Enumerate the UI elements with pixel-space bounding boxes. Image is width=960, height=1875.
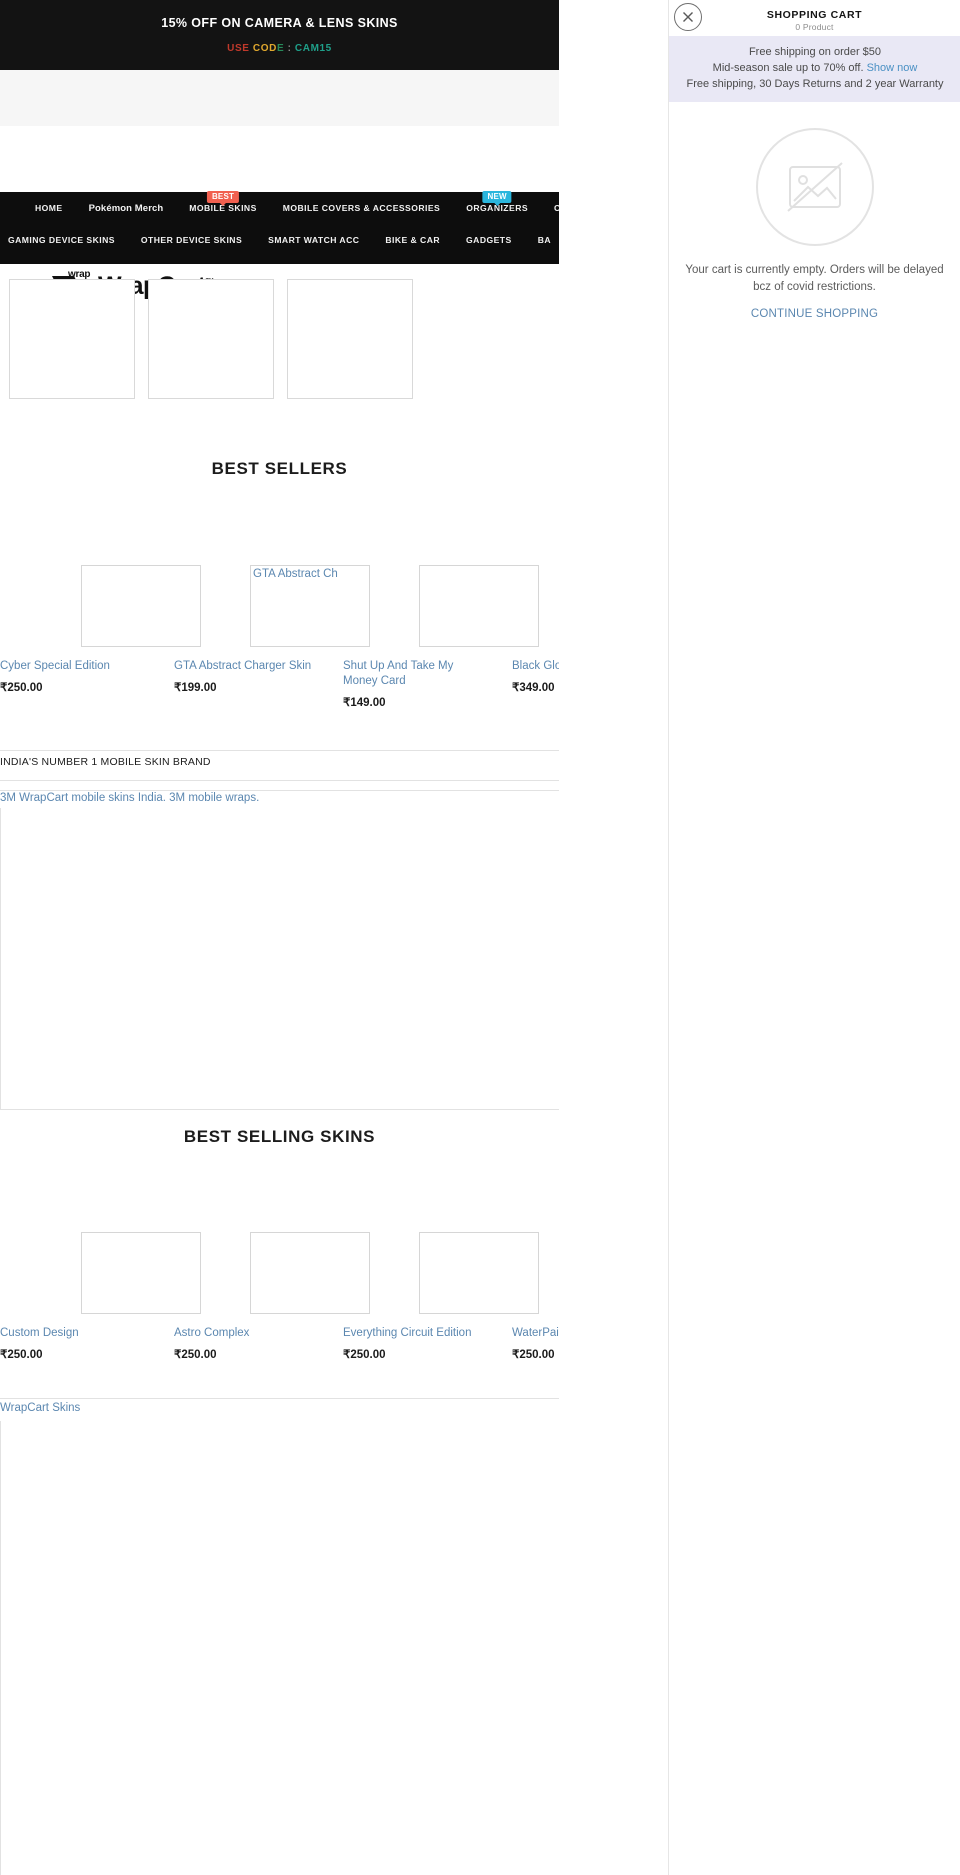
brand-blurb-sub[interactable]: 3M WrapCart mobile skins India. 3M mobil… xyxy=(0,792,259,804)
nav-label: SMART WATCH ACC xyxy=(268,235,360,245)
promo-coupon-line: USE CODE : CAM15 xyxy=(0,43,559,54)
promo-use-word: USE xyxy=(227,43,250,54)
cart-item-count: 0 Product xyxy=(795,22,834,32)
nav-item-pokemon-merch[interactable]: Pokémon Merch xyxy=(76,203,177,214)
divider-top xyxy=(0,750,559,751)
nav-item-mobile-covers-accessories[interactable]: MOBILE COVERS & ACCESSORIES xyxy=(270,203,453,213)
product-image-placeholder[interactable]: GTA Abstract Ch xyxy=(250,565,370,647)
product-price: ₹250.00 xyxy=(512,1349,555,1361)
nav-label: HOME xyxy=(35,203,63,213)
divider-mid-2 xyxy=(0,790,559,791)
product-image-placeholder[interactable] xyxy=(419,1232,539,1314)
product-image-placeholder[interactable] xyxy=(81,565,201,647)
product-title[interactable]: Shut Up And Take My Money Card xyxy=(343,659,491,689)
product-title[interactable]: GTA Abstract Charger Skin xyxy=(174,659,329,674)
cart-title: SHOPPING CART xyxy=(766,9,863,21)
top-promo-bar: 15% OFF ON CAMERA & LENS SKINS USE CODE … xyxy=(0,0,559,70)
footer-skins-link[interactable]: WrapCart Skins xyxy=(0,1402,80,1414)
badge-new: New xyxy=(482,191,512,207)
product-title[interactable]: Black Glo xyxy=(512,659,559,674)
nav-item-ba[interactable]: BA xyxy=(525,235,559,245)
cart-header: SHOPPING CART 0 Product xyxy=(669,0,960,36)
section-title-best-selling-skins: BEST SELLING SKINS xyxy=(183,1127,376,1146)
promo-colon: : xyxy=(284,43,295,54)
footer-content-box xyxy=(0,1421,559,1875)
nav-row-primary: HOME Pokémon Merch Best MOBILE SKINS MOB… xyxy=(0,191,559,224)
cart-promo-line-3: Free shipping, 30 Days Returns and 2 yea… xyxy=(686,78,944,90)
product-title[interactable]: Everything Circuit Edition xyxy=(343,1326,493,1341)
product-title[interactable]: Custom Design xyxy=(0,1326,135,1341)
nav-label: GADGETS xyxy=(466,235,512,245)
nav-label: Pokémon Merch xyxy=(88,202,164,214)
promo-headline: 15% OFF ON CAMERA & LENS SKINS xyxy=(161,16,398,30)
page-root: 15% OFF ON CAMERA & LENS SKINS USE CODE … xyxy=(0,0,960,1875)
badge-best: Best xyxy=(206,191,240,207)
product-image-placeholder[interactable] xyxy=(250,1232,370,1314)
product-price: ₹250.00 xyxy=(0,682,43,694)
nav-item-bike-and-car[interactable]: BIKE & CAR xyxy=(372,235,453,245)
product-image-alt: GTA Abstract Ch xyxy=(253,568,338,580)
header-light-strip xyxy=(0,70,559,126)
product-title[interactable]: Cyber Special Edition xyxy=(0,659,135,674)
storefront-column: 15% OFF ON CAMERA & LENS SKINS USE CODE … xyxy=(0,0,559,1875)
nav-item-gaming-device-skins[interactable]: GAMING DEVICE SKINS xyxy=(0,235,128,245)
brand-blurb-heading: INDIA'S NUMBER 1 MOBILE SKIN BRAND xyxy=(0,756,211,768)
shopping-cart-drawer: SHOPPING CART 0 Product Free shipping on… xyxy=(668,0,960,1875)
hero-banner-row xyxy=(0,272,559,402)
divider-mid-1 xyxy=(0,780,559,781)
product-price: ₹250.00 xyxy=(174,1349,217,1361)
product-price: ₹250.00 xyxy=(343,1349,386,1361)
main-navigation: HOME Pokémon Merch Best MOBILE SKINS MOB… xyxy=(0,191,559,264)
cart-promo-line-2-text: Mid-season sale up to 70% off. xyxy=(712,62,867,74)
hero-placeholder-3[interactable] xyxy=(287,279,413,399)
nav-label: MOBILE COVERS & ACCESSORIES xyxy=(282,203,441,213)
product-price: ₹250.00 xyxy=(0,1349,43,1361)
no-image-icon xyxy=(755,128,874,246)
nav-label: OTHER DEVICE SKINS xyxy=(140,235,243,245)
cart-promo-banner: Free shipping on order $50 Mid-season sa… xyxy=(669,36,960,102)
hero-placeholder-1[interactable] xyxy=(9,279,135,399)
nav-item-card-skins[interactable]: SALE CARD SKINS xyxy=(541,203,559,213)
hero-placeholder-2[interactable] xyxy=(148,279,274,399)
product-title[interactable]: Astro Complex xyxy=(174,1326,309,1341)
nav-label: GAMING DEVICE SKINS xyxy=(8,235,115,245)
brand-content-box xyxy=(0,808,559,1110)
product-image-placeholder[interactable] xyxy=(419,565,539,647)
cart-promo-line-1: Free shipping on order $50 xyxy=(748,46,882,58)
logo-band: wrap WrapCart™ xyxy=(0,126,559,301)
nav-item-smart-watch-acc[interactable]: SMART WATCH ACC xyxy=(255,235,372,245)
product-price: ₹149.00 xyxy=(343,697,386,709)
promo-cod-word: COD xyxy=(252,43,277,54)
nav-label: BA xyxy=(537,235,551,245)
product-image-placeholder[interactable] xyxy=(81,1232,201,1314)
nav-item-other-device-skins[interactable]: OTHER DEVICE SKINS xyxy=(128,235,255,245)
cart-empty-message: Your cart is currently empty. Orders wil… xyxy=(685,264,944,293)
nav-item-organizers[interactable]: New ORGANIZERS xyxy=(453,191,541,213)
continue-shopping-button[interactable]: CONTINUE SHOPPING xyxy=(669,308,960,320)
product-title[interactable]: WaterPai xyxy=(512,1326,559,1341)
nav-row-secondary: GAMING DEVICE SKINS OTHER DEVICE SKINS S… xyxy=(0,224,559,256)
nav-item-mobile-skins[interactable]: Best MOBILE SKINS xyxy=(176,191,269,213)
page-backdrop xyxy=(559,0,668,1875)
divider-footer xyxy=(0,1398,559,1399)
show-now-link[interactable]: Show now xyxy=(867,62,918,74)
product-price: ₹199.00 xyxy=(174,682,217,694)
nav-item-home[interactable]: HOME xyxy=(22,203,76,213)
cart-promo-line-2: Mid-season sale up to 70% off. Show now xyxy=(675,60,955,76)
section-title-best-sellers: BEST SELLERS xyxy=(211,459,348,478)
promo-code-value: CAM15 xyxy=(294,43,332,54)
product-price: ₹349.00 xyxy=(512,682,555,694)
nav-label: BIKE & CAR xyxy=(385,235,441,245)
nav-item-gadgets[interactable]: GADGETS xyxy=(453,235,525,245)
